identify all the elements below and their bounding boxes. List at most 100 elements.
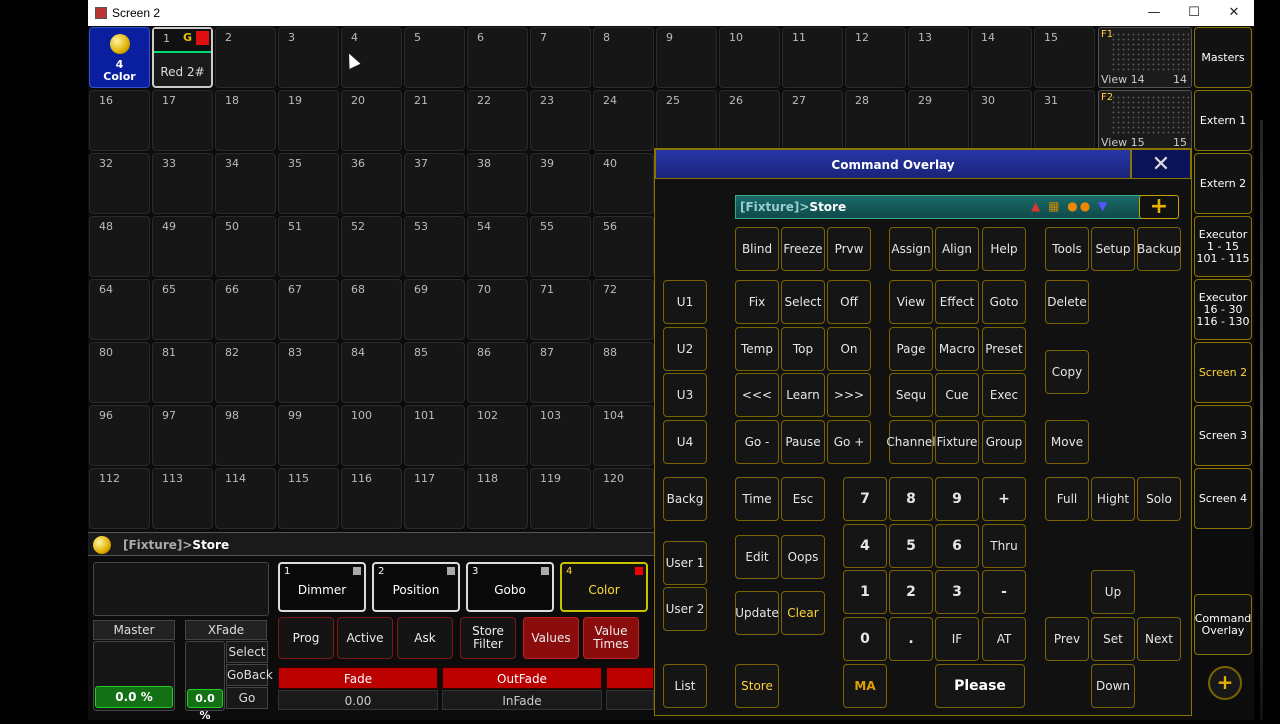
pool-cell[interactable]: 87 [530,342,591,403]
key-edit[interactable]: Edit [735,535,779,579]
key-effect[interactable]: Effect [935,280,979,324]
pool-cell[interactable]: 52 [341,216,402,277]
pool-cell[interactable]: 21 [404,90,465,151]
key-list[interactable]: List [663,664,707,708]
key-n3[interactable]: 3 [935,570,979,614]
master-fader-area[interactable] [93,562,269,616]
key-prev3[interactable]: <<< [735,373,779,417]
key-channel[interactable]: Channel [886,420,936,464]
pool-cell[interactable]: 116 [341,468,402,529]
pool-cell[interactable]: 72 [593,279,654,340]
side-command-overlay[interactable]: Command Overlay [1194,594,1252,655]
pool-cell[interactable]: 113 [152,468,213,529]
key-pause[interactable]: Pause [781,420,825,464]
key-update[interactable]: Update [735,591,779,635]
key-n6[interactable]: 6 [935,524,979,568]
key-fix[interactable]: Fix [735,280,779,324]
side-executor-16-30[interactable]: Executor 16 - 30 116 - 130 [1194,279,1252,340]
pool-cell[interactable]: 9 [656,27,717,88]
key-assign[interactable]: Assign [889,227,933,271]
key-tools[interactable]: Tools [1045,227,1089,271]
key-user2[interactable]: User 2 [663,587,707,631]
key-store[interactable]: Store [735,664,779,708]
key-oops[interactable]: Oops [781,535,825,579]
key-next[interactable]: Next [1137,617,1181,661]
key-gominus[interactable]: Go - [735,420,779,464]
pool-cell-selected[interactable]: 1G Red 2# [152,27,213,88]
preset-dimmer[interactable]: 1 Dimmer [278,562,366,612]
pool-cell[interactable]: 53 [404,216,465,277]
key-delete[interactable]: Delete [1045,280,1089,324]
pool-cell[interactable]: 86 [467,342,528,403]
select-button[interactable]: Select [226,641,268,663]
pool-cell[interactable]: 28 [845,90,906,151]
key-minus[interactable]: - [982,570,1026,614]
pool-cell[interactable]: 38 [467,153,528,214]
pool-cell[interactable]: 97 [152,405,213,466]
key-on[interactable]: On [827,327,871,371]
pool-cell[interactable]: 117 [404,468,465,529]
pool-cell[interactable]: 20 [341,90,402,151]
pool-cell[interactable]: 17 [152,90,213,151]
values-button[interactable]: Values [523,617,579,659]
side-masters[interactable]: Masters [1194,27,1252,88]
pool-cell[interactable]: 100 [341,405,402,466]
pool-cell[interactable]: 101 [404,405,465,466]
pool-cell[interactable]: 7 [530,27,591,88]
key-freeze[interactable]: Freeze [781,227,825,271]
key-dot[interactable]: . [889,617,933,661]
pool-cell[interactable]: 34 [215,153,276,214]
pool-cell[interactable]: 67 [278,279,339,340]
pool-cell[interactable]: 66 [215,279,276,340]
key-n9[interactable]: 9 [935,477,979,521]
pool-cell[interactable]: 55 [530,216,591,277]
key-n8[interactable]: 8 [889,477,933,521]
key-down[interactable]: Down [1091,664,1135,708]
key-n7[interactable]: 7 [843,477,887,521]
goback-button[interactable]: GoBack [226,664,273,686]
key-n0[interactable]: 0 [843,617,887,661]
pool-cell[interactable]: 25 [656,90,717,151]
value-times-button[interactable]: Value Times [583,617,639,659]
key-plus[interactable]: + [982,477,1026,521]
side-executor-1-15[interactable]: Executor 1 - 15 101 - 115 [1194,216,1252,277]
key-n2[interactable]: 2 [889,570,933,614]
fade-value[interactable]: 0.00 [278,690,438,710]
pool-cell[interactable]: 120 [593,468,654,529]
pool-cell[interactable]: 16 [89,90,150,151]
key-u4[interactable]: U4 [663,420,707,464]
pool-cell[interactable]: 18 [215,90,276,151]
add-circle-icon[interactable]: + [1208,666,1242,700]
pool-cell[interactable]: 83 [278,342,339,403]
pool-cell[interactable]: 104 [593,405,654,466]
key-blind[interactable]: Blind [735,227,779,271]
pool-cell[interactable]: 64 [89,279,150,340]
pool-cell[interactable]: 85 [404,342,465,403]
key-set[interactable]: Set [1091,617,1135,661]
pool-cell[interactable]: 35 [278,153,339,214]
side-extern-2[interactable]: Extern 2 [1194,153,1252,214]
key-cue[interactable]: Cue [935,373,979,417]
key-preset[interactable]: Preset [982,327,1026,371]
pool-cell[interactable]: 69 [404,279,465,340]
pool-cell[interactable]: 115 [278,468,339,529]
key-at[interactable]: AT [982,617,1026,661]
pool-cell[interactable]: 65 [152,279,213,340]
prog-button[interactable]: Prog [278,617,334,659]
key-prvw[interactable]: Prvw [827,227,871,271]
pool-cell[interactable]: 118 [467,468,528,529]
key-if[interactable]: IF [935,617,979,661]
pool-cell[interactable]: 81 [152,342,213,403]
key-thru[interactable]: Thru [982,524,1026,568]
key-page[interactable]: Page [889,327,933,371]
key-macro[interactable]: Macro [935,327,979,371]
pool-cell[interactable]: 32 [89,153,150,214]
pool-cell[interactable]: 27 [782,90,843,151]
pool-cell[interactable]: 26 [719,90,780,151]
pool-cell[interactable]: 70 [467,279,528,340]
key-user1[interactable]: User 1 [663,541,707,585]
key-n4[interactable]: 4 [843,524,887,568]
pool-cell[interactable]: 39 [530,153,591,214]
key-next3[interactable]: >>> [827,373,871,417]
pool-cell[interactable]: 12 [845,27,906,88]
